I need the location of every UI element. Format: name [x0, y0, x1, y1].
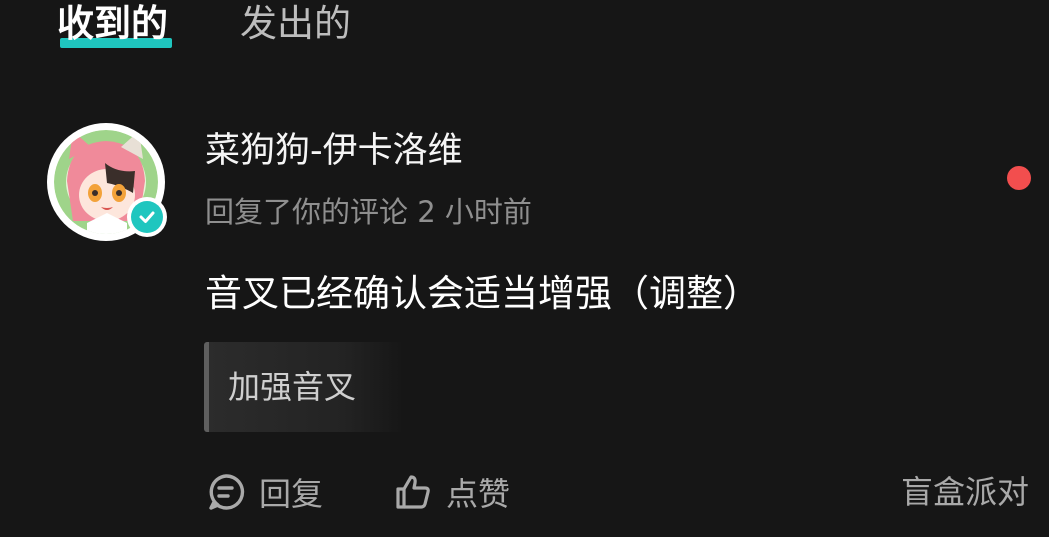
like-button[interactable]: 点赞 [392, 468, 510, 516]
chat-bubble-icon [205, 471, 247, 513]
verified-check-icon [131, 201, 163, 233]
comment-text[interactable]: 音叉已经确认会适当增强（调整） [205, 268, 760, 320]
notification-tabs: 收到的 发出的 [0, 0, 1049, 60]
source-label[interactable]: 盲盒派对 [901, 470, 1029, 514]
tab-received[interactable]: 收到的 [57, 0, 168, 48]
notification-meta: 回复了你的评论 2 小时前 [205, 192, 532, 232]
reply-button[interactable]: 回复 [205, 468, 323, 516]
quote-bar [204, 342, 209, 432]
thumbs-up-icon [392, 471, 434, 513]
like-label: 点赞 [446, 475, 511, 513]
tab-sent-label: 发出的 [240, 2, 351, 45]
reply-label: 回复 [259, 475, 324, 513]
quoted-comment[interactable]: 加强音叉 [204, 342, 404, 432]
unread-dot [1007, 166, 1031, 190]
quoted-text: 加强音叉 [228, 368, 357, 406]
action-text: 回复了你的评论 [205, 195, 409, 229]
timestamp: 2 小时前 [417, 195, 532, 229]
username[interactable]: 菜狗狗-伊卡洛维 [205, 128, 463, 174]
verified-badge [127, 197, 167, 237]
tab-sent[interactable]: 发出的 [240, 0, 351, 48]
tab-received-label: 收到的 [57, 2, 168, 45]
